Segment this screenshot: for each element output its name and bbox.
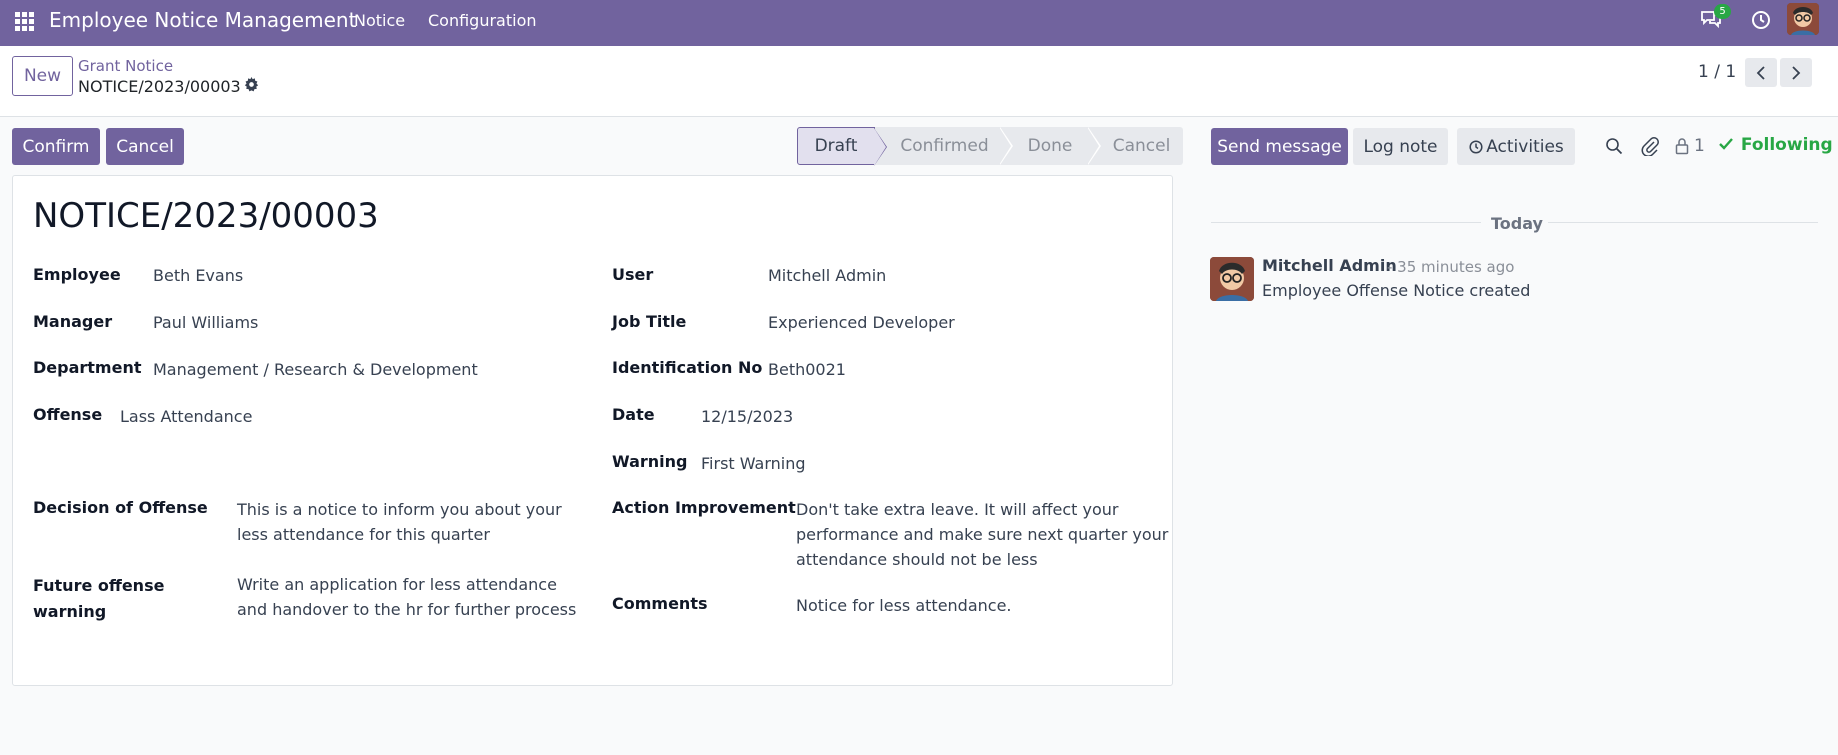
employee-label: Employee (33, 265, 121, 284)
stage-cancel[interactable]: Cancel (1088, 127, 1183, 165)
future-offense-label: Future offense warning (33, 573, 164, 625)
breadcrumb-current: NOTICE/2023/00003 (78, 77, 241, 96)
menu-configuration[interactable]: Configuration (428, 11, 537, 30)
comments-field[interactable]: Notice for less attendance. (796, 593, 1012, 618)
identification-label: Identification No (612, 358, 763, 377)
action-improvement-label: Action Improvement (612, 498, 796, 517)
stage-confirmed[interactable]: Confirmed (875, 127, 1013, 165)
record-title: NOTICE/2023/00003 (33, 196, 379, 236)
employee-field[interactable]: Beth Evans (153, 263, 243, 288)
lock-icon[interactable] (1675, 137, 1689, 159)
stage-done[interactable]: Done (1000, 127, 1101, 165)
new-button[interactable]: New (12, 56, 73, 96)
decision-line: This is a notice to inform you about you… (237, 500, 562, 519)
date-label: Date (612, 405, 655, 424)
pager-previous-button[interactable] (1745, 58, 1777, 87)
stage-label: Draft (814, 136, 858, 156)
pager-value[interactable]: 1 / 1 (1698, 62, 1736, 82)
confirm-button[interactable]: Confirm (12, 128, 100, 165)
status-bar: Draft Confirmed Done Cancel (797, 127, 1183, 166)
clock-icon (1469, 139, 1483, 158)
action-line: attendance should not be less (796, 550, 1038, 569)
manager-label: Manager (33, 312, 113, 331)
stage-label: Done (1027, 136, 1073, 156)
menu-notice[interactable]: Notice (354, 11, 405, 30)
action-line: Don't take extra leave. It will affect y… (796, 500, 1119, 519)
action-improvement-field[interactable]: Don't take extra leave. It will affect y… (796, 497, 1168, 572)
action-line: performance and make sure next quarter y… (796, 525, 1169, 544)
department-label: Department (33, 358, 142, 377)
followers-count[interactable]: 1 (1694, 136, 1705, 156)
job-title-field[interactable]: Experienced Developer (768, 310, 955, 335)
send-message-button[interactable]: Send message (1211, 128, 1348, 165)
paperclip-icon[interactable] (1641, 136, 1659, 160)
warning-field[interactable]: First Warning (701, 451, 806, 476)
future-offense-label-line: warning (33, 602, 107, 621)
decision-field[interactable]: This is a notice to inform you about you… (237, 497, 562, 547)
activities-label: Activities (1486, 136, 1564, 157)
gear-icon[interactable] (244, 77, 259, 96)
app-grid-icon[interactable] (15, 12, 34, 31)
future-offense-line: and handover to the hr for further proce… (237, 600, 577, 619)
control-panel: New Grant Notice NOTICE/2023/00003 1 / 1 (0, 46, 1838, 117)
log-note-button[interactable]: Log note (1353, 128, 1448, 165)
future-offense-label-line: Future offense (33, 576, 165, 595)
check-icon (1719, 135, 1735, 155)
pager-next-button[interactable] (1780, 58, 1812, 87)
message-time: - 35 minutes ago (1387, 258, 1515, 276)
breadcrumb-parent[interactable]: Grant Notice (78, 57, 173, 75)
app-title[interactable]: Employee Notice Management (49, 8, 356, 32)
following-button[interactable]: Following (1719, 135, 1833, 155)
offense-label: Offense (33, 405, 103, 424)
user-label: User (612, 265, 654, 284)
following-label: Following (1740, 135, 1833, 155)
user-field[interactable]: Mitchell Admin (768, 263, 886, 288)
form-sheet: NOTICE/2023/00003 Employee Beth Evans Ma… (12, 175, 1173, 686)
message-author[interactable]: Mitchell Admin (1262, 256, 1397, 275)
stage-label: Confirmed (900, 136, 989, 156)
date-separator: Today (1491, 214, 1543, 233)
offense-field[interactable]: Lass Attendance (120, 404, 252, 429)
comments-label: Comments (612, 594, 708, 613)
cancel-button[interactable]: Cancel (106, 128, 184, 165)
divider (1548, 222, 1818, 223)
stage-label: Cancel (1112, 136, 1171, 156)
user-avatar[interactable] (1787, 3, 1819, 35)
job-title-label: Job Title (612, 312, 687, 331)
identification-field[interactable]: Beth0021 (768, 357, 846, 382)
warning-label: Warning (612, 452, 688, 471)
message-author-avatar[interactable] (1210, 257, 1254, 301)
decision-label: Decision of Offense (33, 498, 208, 517)
top-navbar: Employee Notice Management Notice Config… (0, 0, 1838, 46)
decision-line: less attendance for this quarter (237, 525, 490, 544)
divider (1211, 222, 1481, 223)
future-offense-line: Write an application for less attendance (237, 575, 557, 594)
clock-icon[interactable] (1751, 10, 1771, 34)
future-offense-field[interactable]: Write an application for less attendance… (237, 572, 576, 622)
search-icon[interactable] (1605, 137, 1623, 159)
department-field[interactable]: Management / Research & Development (153, 357, 478, 382)
messages-badge: 5 (1714, 4, 1731, 19)
manager-field[interactable]: Paul Williams (153, 310, 258, 335)
date-field[interactable]: 12/15/2023 (701, 404, 793, 429)
message-body: Employee Offense Notice created (1262, 281, 1531, 300)
stage-draft[interactable]: Draft (797, 127, 887, 166)
